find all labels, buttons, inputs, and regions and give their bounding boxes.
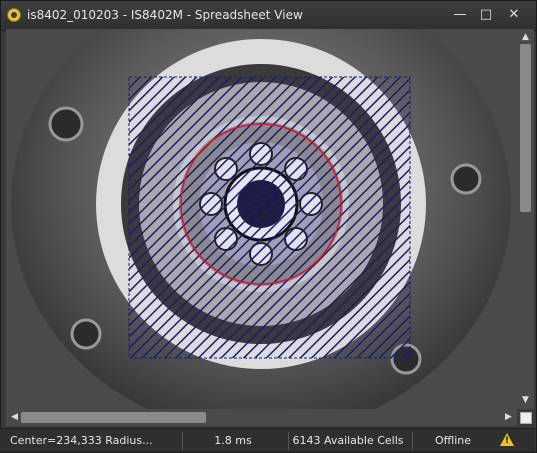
status-connection: Offline (412, 432, 493, 450)
maximize-button[interactable]: □ (475, 6, 497, 24)
minimize-button[interactable]: — (449, 6, 471, 24)
horizontal-scrollbar[interactable]: ◀ ▶ (6, 409, 517, 426)
camera-image (6, 29, 517, 409)
scroll-down-button[interactable]: ▼ (517, 392, 534, 409)
status-bar: Center=234,333 Radius... 1.8 ms 6143 Ava… (0, 428, 535, 452)
status-timing: 1.8 ms (182, 432, 283, 450)
warning-exclamation: ! (505, 436, 510, 446)
close-button[interactable]: ✕ (503, 6, 525, 24)
scroll-right-button[interactable]: ▶ (500, 409, 517, 426)
status-available-cells: 6143 Available Cells (288, 432, 407, 450)
roi-rectangle[interactable] (128, 76, 411, 359)
vertical-scroll-thumb[interactable] (520, 44, 531, 212)
resize-grip[interactable] (517, 409, 534, 426)
bolt-hole (450, 163, 482, 195)
status-center-radius: Center=234,333 Radius... (10, 434, 153, 447)
bolt-hole (70, 318, 102, 350)
window-title: is8402_010203 - IS8402M - Spreadsheet Vi… (27, 8, 303, 22)
title-bar[interactable]: is8402_010203 - IS8402M - Spreadsheet Vi… (1, 1, 536, 31)
image-viewport[interactable] (6, 29, 517, 409)
app-icon (7, 8, 21, 22)
vertical-scrollbar[interactable]: ▲ ▼ (517, 29, 534, 409)
bolt-hole (48, 106, 84, 142)
horizontal-scroll-thumb[interactable] (21, 412, 206, 423)
